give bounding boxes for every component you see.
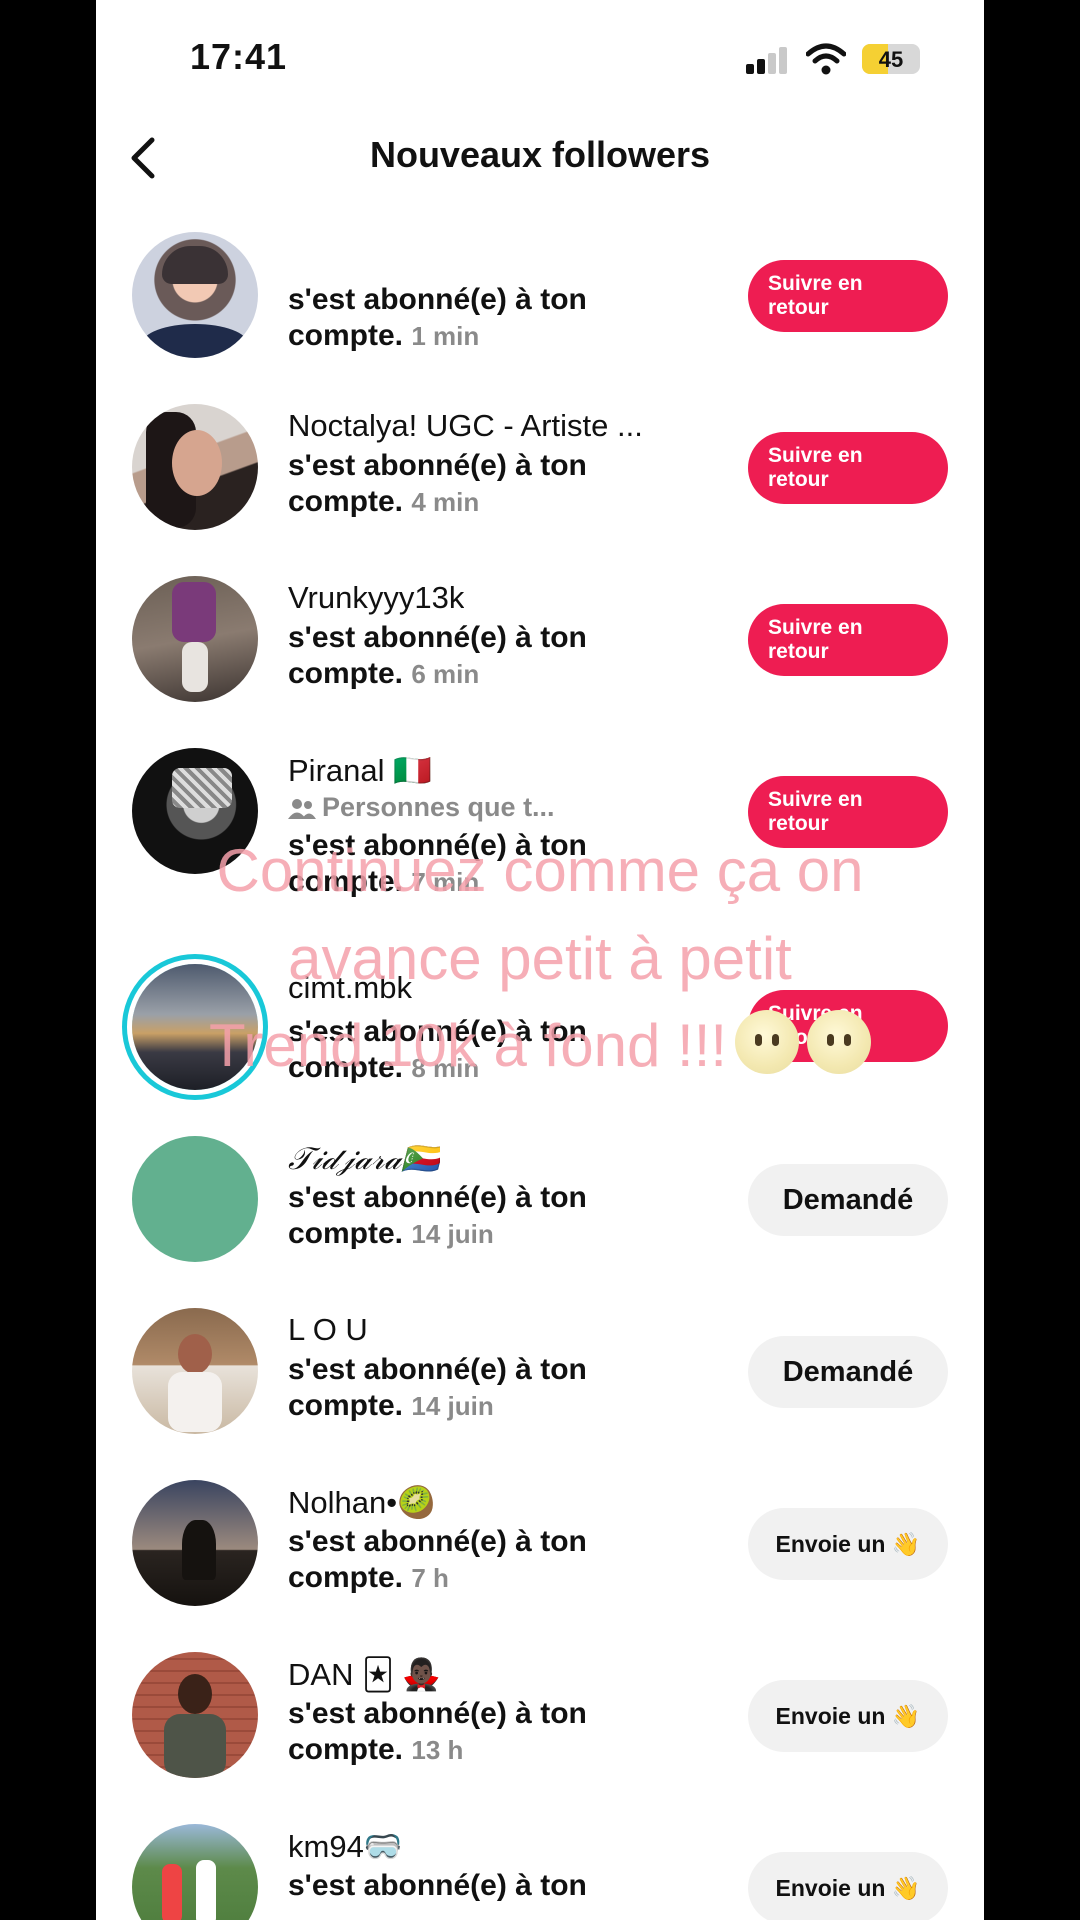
- avatar[interactable]: [132, 1480, 258, 1606]
- face-emoji-icon: [807, 1010, 872, 1074]
- app-screen: 17:41 45 Nouveaux followers s'est abonné…: [96, 0, 984, 1920]
- follower-name[interactable]: DAN 🃏 🧛🏿‍♂️: [288, 1656, 441, 1693]
- send-wave-button[interactable]: Envoie un 👋: [748, 1680, 948, 1752]
- follower-name[interactable]: Nolhan•🥝: [288, 1484, 436, 1521]
- follow-time: 14 juin: [411, 1219, 494, 1249]
- page-title: Nouveaux followers: [369, 134, 711, 175]
- signal-icon: [746, 46, 788, 74]
- follow-time: 14 juin: [411, 1391, 494, 1421]
- avatar[interactable]: [132, 1308, 258, 1434]
- follower-name[interactable]: 𝒯𝒾𝒹𝒿𝒶𝓇𝒶🇰🇲: [288, 1140, 440, 1178]
- follow-message: s'est abonné(e) à ton compte. 7 h: [288, 1525, 587, 1594]
- avatar[interactable]: [132, 404, 258, 530]
- follower-row[interactable]: Noctalya! UGC - Artiste ... s'est abonné…: [96, 380, 984, 552]
- follow-time: 4 min: [411, 487, 480, 517]
- avatar[interactable]: [132, 576, 258, 702]
- follower-row[interactable]: Nolhan•🥝 s'est abonné(e) à ton compte. 7…: [96, 1456, 984, 1628]
- follow-message: s'est abonné(e) à ton compte. 4 min: [288, 449, 587, 518]
- wifi-icon: [806, 43, 846, 75]
- send-wave-button[interactable]: Envoie un 👋: [748, 1508, 948, 1580]
- avatar[interactable]: [132, 1824, 258, 1920]
- face-emoji-icon: [735, 1010, 800, 1074]
- overlay-caption-line-2: avance petit à petit: [288, 925, 792, 992]
- follower-row[interactable]: 𝒯𝒾𝒹𝒿𝒶𝓇𝒶🇰🇲 s'est abonné(e) à ton compte. …: [96, 1112, 984, 1284]
- follower-name[interactable]: Piranal 🇮🇹: [288, 752, 432, 789]
- follower-row[interactable]: Vrunkyyy13k s'est abonné(e) à ton compte…: [96, 552, 984, 724]
- follow-back-button[interactable]: Suivre en retour: [748, 260, 948, 332]
- follow-message: s'est abonné(e) à ton compte. 1 min: [288, 283, 587, 352]
- follow-back-button[interactable]: Suivre en retour: [748, 432, 948, 504]
- people-icon: [288, 799, 316, 819]
- follow-back-button[interactable]: Suivre en retour: [748, 604, 948, 676]
- follower-name[interactable]: km94🥽: [288, 1828, 402, 1865]
- battery-percent: 45: [878, 47, 904, 72]
- avatar[interactable]: [132, 1652, 258, 1778]
- follower-row[interactable]: DAN 🃏 🧛🏿‍♂️ s'est abonné(e) à ton compte…: [96, 1628, 984, 1800]
- avatar[interactable]: [132, 232, 258, 358]
- follow-time: 7 h: [411, 1563, 449, 1593]
- follower-row[interactable]: s'est abonné(e) à ton compte. 1 min Suiv…: [96, 208, 984, 380]
- follower-name[interactable]: L O U: [288, 1312, 368, 1348]
- overlay-caption-line-1: Continuez comme ça on: [216, 837, 864, 904]
- follow-message: s'est abonné(e) à ton compte. 14 juin: [288, 1181, 587, 1250]
- follow-message: s'est abonné(e) à ton compte. 14 juin: [288, 1353, 587, 1422]
- battery-icon: 45: [862, 44, 920, 74]
- follow-message: s'est abonné(e) à ton compte. 6 min: [288, 621, 587, 690]
- follow-message: s'est abonné(e) à ton compte. 13 h: [288, 1697, 587, 1766]
- status-time: 17:41: [190, 36, 288, 77]
- requested-button[interactable]: Demandé: [748, 1164, 948, 1236]
- follow-time: 13 h: [411, 1735, 464, 1765]
- follower-name[interactable]: Noctalya! UGC - Artiste ...: [288, 408, 643, 444]
- requested-button[interactable]: Demandé: [748, 1336, 948, 1408]
- follow-message: s'est abonné(e) à ton: [288, 1869, 587, 1902]
- mutual-followers-note: Personnes que t...: [288, 792, 555, 823]
- follow-time: 1 min: [411, 321, 480, 351]
- follow-time: 6 min: [411, 659, 480, 689]
- overlay-caption-line-3: Trend 10k à fond !!!: [96, 1010, 984, 1080]
- follower-row[interactable]: km94🥽 s'est abonné(e) à ton Envoie un 👋: [96, 1800, 984, 1920]
- follower-row[interactable]: L O U s'est abonné(e) à ton compte. 14 j…: [96, 1284, 984, 1456]
- avatar[interactable]: [132, 1136, 258, 1262]
- follower-name[interactable]: Vrunkyyy13k: [288, 580, 464, 616]
- send-wave-button[interactable]: Envoie un 👋: [748, 1852, 948, 1920]
